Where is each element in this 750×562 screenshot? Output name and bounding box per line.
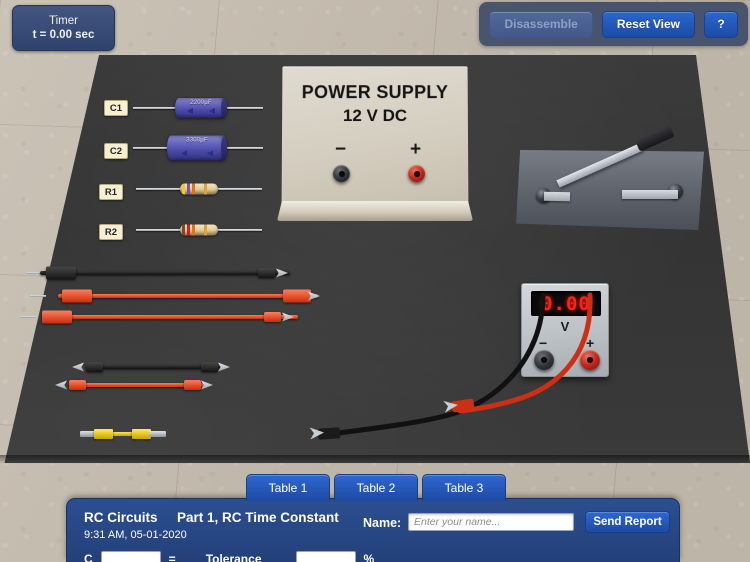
component-tag-r1[interactable]: R1 (99, 184, 123, 200)
send-report-button[interactable]: Send Report (585, 511, 670, 533)
component-tag-r2[interactable]: R2 (99, 224, 123, 240)
timer-display: Timer t = 0.00 sec (12, 5, 115, 51)
timer-value: t = 0.00 sec (32, 29, 95, 41)
cable-black-long-1-plug-right[interactable] (258, 268, 275, 278)
power-supply-positive-label: + (410, 138, 422, 161)
rc-circuits-simulation: Timer t = 0.00 sec Disassemble Reset Vie… (0, 0, 750, 562)
cable-red-long-2[interactable] (20, 310, 300, 324)
report-measurement-row: C = Tolerance % (84, 551, 374, 562)
yellow-jumper[interactable] (80, 428, 166, 439)
resistor-r1-band-3 (192, 183, 195, 195)
cable-red-long-1-wire (58, 294, 318, 298)
resistor-r2-body (180, 224, 218, 236)
capacitor-c2-polarity-arrows: ◀ ◀ (180, 148, 214, 158)
resistor-r2-band-3 (192, 224, 195, 236)
report-name-input[interactable]: Enter your name... (408, 513, 574, 531)
power-supply-positive-jack[interactable] (408, 165, 426, 183)
cable-red-short-wire (69, 383, 203, 387)
power-supply[interactable]: POWER SUPPLY 12 V DC − + (277, 66, 473, 221)
cable-red-long-1-plug-left[interactable] (62, 289, 92, 303)
resistor-r1-band-2 (187, 183, 190, 195)
capacitor-c2-value-print: 3300μF (186, 137, 208, 144)
power-supply-face: POWER SUPPLY 12 V DC − + (281, 66, 469, 208)
report-capacitance-field[interactable] (100, 551, 161, 562)
cable-red-long-2-plug-left[interactable] (42, 310, 72, 324)
yellow-jumper-clip-left[interactable] (94, 428, 113, 439)
resistor-r2-band-2 (187, 224, 190, 236)
capacitor-c1-value-print: 2200μF (190, 100, 212, 106)
power-supply-title: POWER SUPPLY (301, 82, 449, 103)
cable-red-long-1-pin (30, 295, 46, 297)
cable-red-long-2-plug-right[interactable] (264, 312, 281, 322)
report-part-label: Part 1, RC Time Constant (177, 510, 339, 525)
cable-red-long-2-wire (42, 315, 298, 319)
help-button[interactable]: ? (704, 10, 738, 38)
cable-black-long-1-plug-left[interactable] (46, 266, 76, 280)
knife-switch-left-contact (543, 191, 571, 202)
report-percent-label: % (363, 552, 375, 562)
cable-black-long-1-wire (40, 271, 290, 275)
tab-table-2[interactable]: Table 2 (334, 474, 418, 501)
top-toolbar: Disassemble Reset View ? (479, 2, 748, 46)
power-supply-front-edge (277, 201, 473, 221)
capacitor-c1-body: 2200μF ◀ ◀ (175, 98, 227, 118)
yellow-jumper-end-right (149, 430, 166, 437)
cable-red-short-plug-right[interactable] (184, 380, 201, 390)
cable-black-short[interactable] (72, 362, 232, 372)
report-capacitance-label: C (84, 552, 93, 562)
cable-red-short[interactable] (55, 380, 215, 390)
voltmeter-probe-wires (309, 292, 593, 440)
resistor-r1-band-1 (182, 183, 185, 195)
resistor-r2-band-1 (182, 224, 185, 236)
report-tolerance-field[interactable] (295, 551, 356, 562)
capacitor-c1-endcap (221, 98, 227, 118)
capacitor-c2-body: 3300μF ◀ ◀ (167, 135, 227, 161)
table-tabs: Table 1 Table 2 Table 3 (246, 474, 506, 501)
component-tag-c1[interactable]: C1 (104, 100, 128, 116)
cable-red-short-plug-left[interactable] (69, 380, 86, 390)
cable-black-short-wire (86, 365, 220, 369)
knife-switch[interactable] (516, 124, 704, 230)
component-tag-c2[interactable]: C2 (104, 143, 128, 159)
resistor-r1-body (180, 183, 218, 195)
cable-black-short-plug-right[interactable] (201, 362, 218, 372)
power-supply-negative-label: − (334, 138, 347, 161)
power-supply-subtitle: 12 V DC (342, 106, 408, 126)
cable-black-short-plug-left[interactable] (86, 362, 103, 372)
power-supply-negative-jack[interactable] (332, 165, 350, 183)
disassemble-button[interactable]: Disassemble (489, 10, 593, 38)
capacitor-c2[interactable]: 3300μF ◀ ◀ (133, 135, 263, 161)
resistor-r2-band-4 (204, 224, 207, 236)
tab-table-1[interactable]: Table 1 (246, 474, 330, 501)
capacitor-c1[interactable]: 2200μF ◀ ◀ (133, 95, 263, 121)
timer-title: Timer (49, 15, 78, 27)
resistor-r2[interactable] (136, 222, 262, 238)
knife-switch-right-contact (622, 190, 678, 199)
report-timestamp: 9:31 AM, 05-01-2020 (84, 529, 187, 541)
cable-red-long-2-pin (20, 316, 36, 318)
cable-black-long-1[interactable] (26, 266, 290, 280)
report-name-label: Name: (363, 516, 402, 530)
capacitor-c2-endcap (221, 135, 227, 161)
report-tolerance-label: Tolerance (205, 552, 262, 562)
resistor-r1[interactable] (136, 181, 262, 197)
resistor-r1-band-4 (204, 183, 207, 195)
report-title: RC Circuits (84, 510, 158, 525)
cable-red-long-1[interactable] (30, 289, 320, 303)
cable-black-short-tip-left (72, 363, 84, 372)
cable-red-long-1-plug-right[interactable] (283, 289, 311, 303)
tab-table-3[interactable]: Table 3 (422, 474, 506, 501)
cable-red-short-tip-left (55, 381, 67, 390)
bench-edge-shadow (0, 455, 750, 464)
report-equals-label: = (168, 552, 176, 562)
capacitor-c1-polarity-arrows: ◀ ◀ (186, 106, 216, 115)
reset-view-button[interactable]: Reset View (601, 10, 695, 38)
report-panel: RC Circuits Part 1, RC Time Constant 9:3… (66, 498, 680, 562)
